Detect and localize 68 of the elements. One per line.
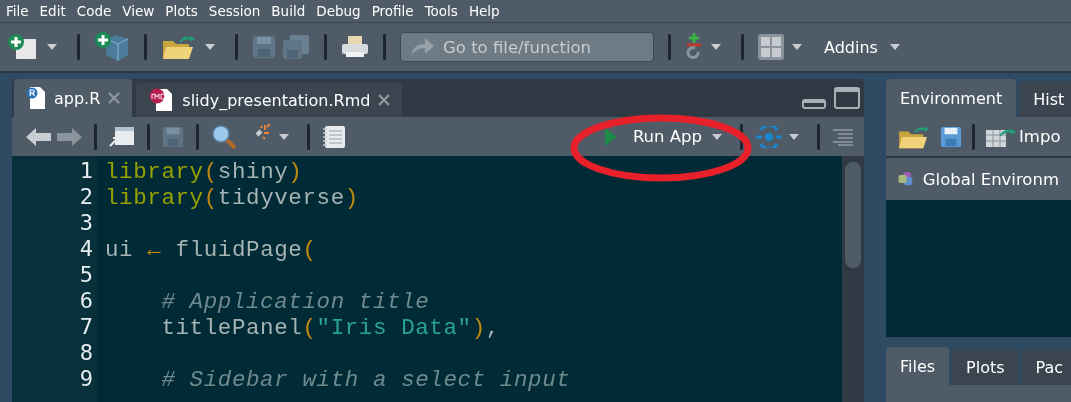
menu-item[interactable]: Profile (369, 3, 423, 19)
line-number: 6 (79, 288, 93, 314)
environment-dropdown[interactable]: Global Environm (886, 156, 1071, 200)
menu-item[interactable]: Tools (422, 3, 467, 19)
editor-tab[interactable]: app.R (14, 79, 133, 117)
back-arrow-icon[interactable] (26, 126, 52, 147)
show-in-window-icon[interactable] (109, 125, 135, 148)
code-line: ui ← fluidPage( (105, 237, 317, 263)
open-folder-icon[interactable] (161, 33, 197, 61)
menu-item[interactable]: Code (74, 3, 121, 19)
caret-icon[interactable] (279, 133, 289, 140)
menu-item[interactable]: Edit (37, 3, 75, 19)
new-project-icon[interactable] (94, 31, 130, 63)
magic-wand-icon[interactable] (241, 122, 273, 151)
pane-tab[interactable]: Plots (952, 349, 1019, 385)
caret-icon[interactable] (711, 44, 721, 50)
line-number: 3 (79, 210, 93, 236)
table-import-icon (985, 125, 1017, 148)
addins-button[interactable]: Addins (820, 37, 882, 57)
code-line: library(tidyverse) (105, 185, 359, 211)
search-icon[interactable] (211, 123, 237, 150)
caret-icon[interactable] (789, 133, 799, 140)
notebook-icon[interactable] (322, 124, 346, 149)
close-icon[interactable] (108, 92, 121, 104)
line-number: 5 (79, 262, 93, 288)
menu-item[interactable]: Debug (314, 3, 370, 19)
line-number: 1 (79, 158, 93, 184)
pane-tab[interactable]: Pac (1021, 349, 1071, 385)
line-number: 9 (79, 366, 93, 392)
editor-tab[interactable]: slidy_presentation.Rmd (136, 83, 403, 117)
caret-icon[interactable] (889, 44, 900, 50)
code-line: # Application title (160, 289, 430, 315)
menu-item[interactable]: File (4, 3, 38, 19)
caret-icon[interactable] (712, 133, 722, 140)
code-line: # Sidebar with a select input (160, 367, 571, 393)
print-icon[interactable] (341, 35, 369, 59)
caret-icon[interactable] (792, 44, 802, 50)
goto-field[interactable]: Go to file/function (400, 32, 654, 62)
pane-tab[interactable]: Files (886, 347, 950, 385)
line-number: 2 (79, 184, 93, 210)
version-control-icon[interactable] (685, 33, 703, 61)
line-number: 4 (79, 236, 93, 262)
pane-tab[interactable]: Hist (1019, 81, 1071, 117)
rmd-file-icon (148, 88, 175, 112)
close-icon[interactable] (378, 94, 391, 106)
menu-item[interactable]: Help (466, 3, 509, 19)
line-number: 7 (79, 314, 93, 340)
forward-arrow-icon[interactable] (56, 126, 82, 147)
menu-item[interactable]: Build (269, 3, 315, 19)
pane-tab[interactable]: Environment (886, 79, 1017, 117)
text-input[interactable]: Go to file/function (443, 37, 643, 57)
play-icon (604, 127, 617, 146)
run-app-button[interactable]: Run App (600, 127, 706, 146)
menu-item[interactable]: Session (206, 3, 270, 19)
curved-arrow-icon (409, 36, 435, 58)
code-line: titlePanel("Iris Data"), (160, 315, 500, 341)
minimize-icon[interactable] (802, 97, 826, 109)
new-file-icon[interactable] (7, 32, 39, 62)
menu-item[interactable]: Plots (163, 3, 207, 19)
scrollbar-thumb[interactable] (845, 162, 861, 268)
caret-icon[interactable] (205, 44, 215, 50)
maximize-icon[interactable] (834, 87, 860, 109)
r-file-icon (26, 86, 46, 110)
save-icon[interactable] (940, 125, 962, 148)
line-number: 8 (79, 340, 93, 366)
caret-icon[interactable] (47, 44, 57, 50)
menu-item[interactable]: View (120, 3, 164, 19)
code-line: library(shiny) (105, 159, 303, 185)
